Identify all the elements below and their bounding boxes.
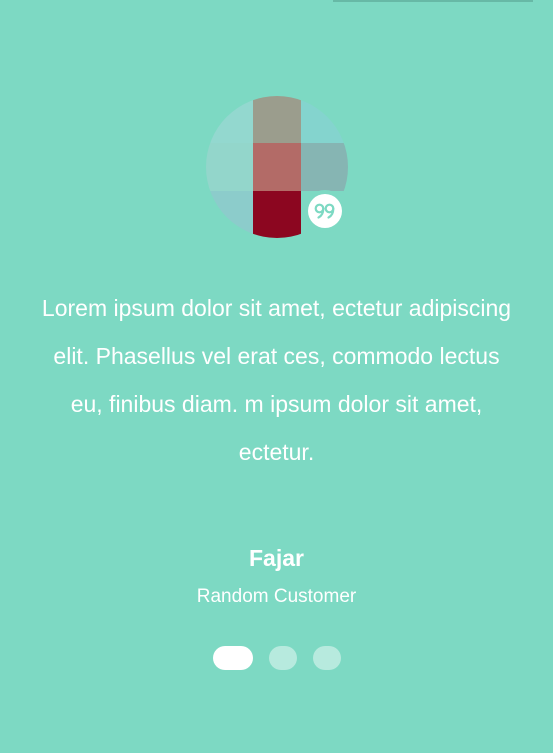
top-divider xyxy=(333,0,533,2)
quote-icon xyxy=(308,194,342,228)
avatar-tile xyxy=(253,96,301,143)
carousel-dot[interactable] xyxy=(312,646,341,670)
avatar-tile xyxy=(301,143,348,191)
carousel-dot[interactable] xyxy=(212,646,253,670)
avatar-tile xyxy=(253,191,301,238)
testimonial-text: Lorem ipsum dolor sit amet, ectetur adip… xyxy=(41,295,512,465)
quote-glyph xyxy=(314,203,335,219)
carousel-dot[interactable] xyxy=(268,646,297,670)
avatar-tile xyxy=(206,96,253,143)
author-name: Fajar xyxy=(249,545,304,571)
carousel-pagination xyxy=(0,646,553,670)
avatar-tile xyxy=(206,191,253,238)
avatar-tile xyxy=(206,143,253,191)
testimonial-avatar-wrapper xyxy=(206,96,348,238)
avatar-tile xyxy=(301,96,348,143)
avatar-tile xyxy=(253,143,301,191)
quote-badge xyxy=(304,190,346,232)
author-role: Random Customer xyxy=(196,586,357,607)
